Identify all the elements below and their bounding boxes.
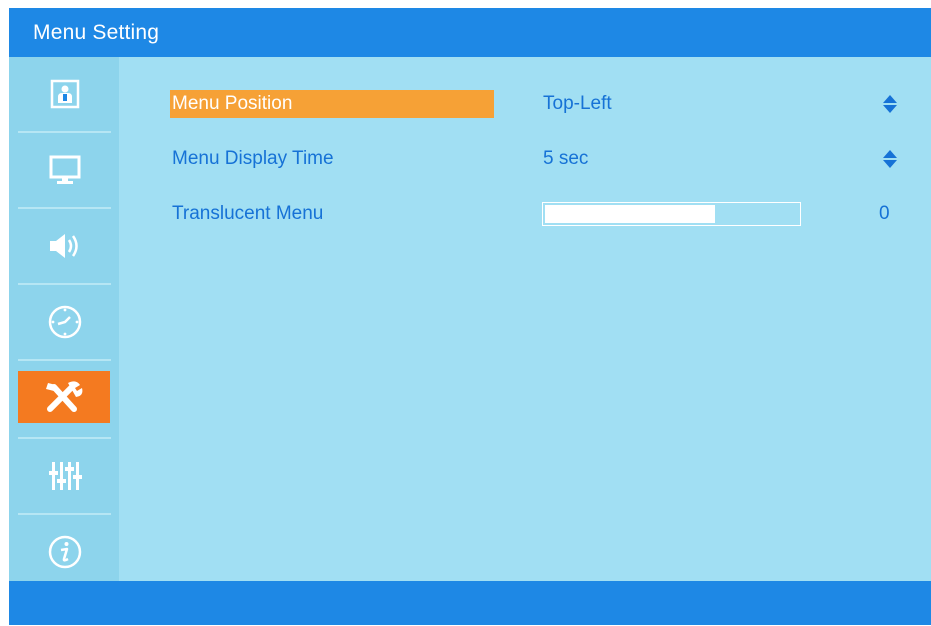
menu-display-time-value[interactable]: 5 sec [543, 145, 588, 173]
up-down-arrows-icon[interactable] [882, 145, 898, 173]
picture-person-icon [50, 79, 79, 109]
info-icon [48, 535, 81, 569]
clock-icon [48, 305, 81, 339]
sidebar-divider [18, 359, 111, 361]
sliders-icon [48, 462, 82, 490]
sidebar-item-information[interactable] [18, 515, 111, 589]
bottom-bar [9, 581, 931, 625]
tools-icon [46, 381, 83, 412]
translucent-menu-slider[interactable] [542, 202, 801, 226]
sidebar-item-setup[interactable] [18, 371, 110, 423]
window-title: Menu Setting [33, 21, 160, 44]
sidebar [9, 57, 119, 581]
speaker-icon [49, 234, 78, 258]
menu-display-time-label[interactable]: Menu Display Time [170, 145, 334, 173]
up-down-arrows-icon[interactable] [882, 90, 898, 118]
monitor-icon [49, 155, 80, 184]
sidebar-item-display[interactable] [18, 133, 111, 207]
menu-position-label[interactable]: Menu Position [170, 90, 494, 118]
slider-fill [545, 205, 715, 223]
translucent-menu-label[interactable]: Translucent Menu [170, 200, 323, 228]
sidebar-item-advanced[interactable] [18, 439, 111, 513]
settings-panel: Menu Position Top-Left Menu Display Time… [119, 57, 931, 581]
osd-window: Menu Setting Menu Position Top-Left Menu… [9, 8, 931, 625]
sidebar-item-picture[interactable] [18, 57, 111, 131]
translucent-menu-value: 0 [879, 203, 890, 224]
title-bar: Menu Setting [9, 8, 931, 57]
sidebar-item-timer[interactable] [18, 285, 111, 359]
sidebar-item-audio[interactable] [18, 209, 111, 283]
menu-position-value[interactable]: Top-Left [543, 90, 612, 118]
